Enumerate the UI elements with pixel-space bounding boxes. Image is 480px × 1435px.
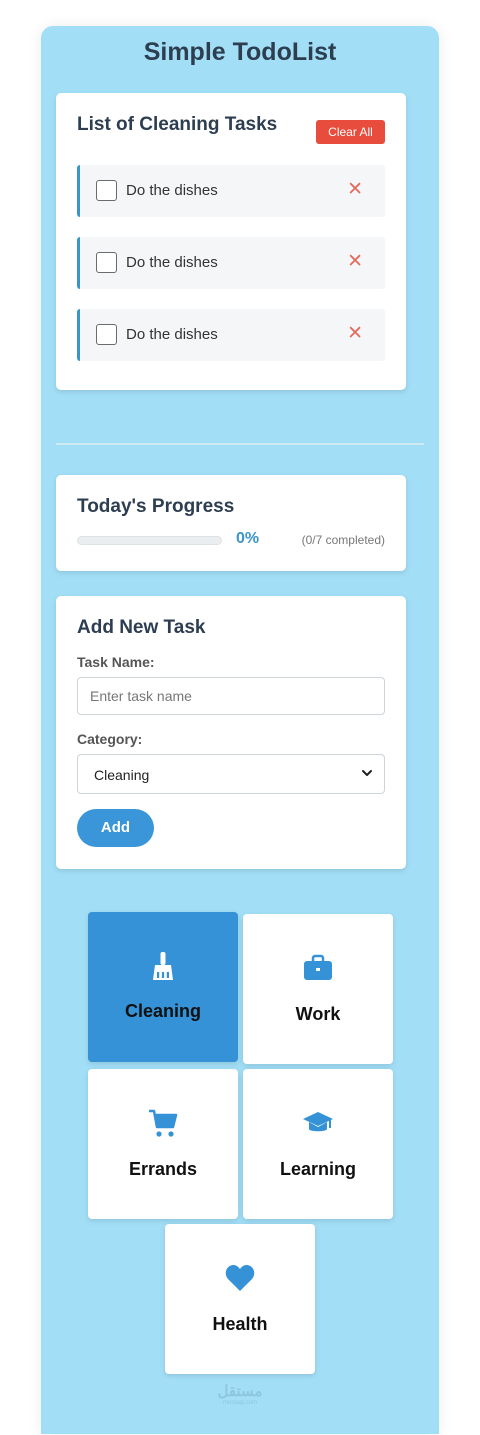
- task-name-label: Task Name:: [77, 654, 155, 670]
- task-list-heading: List of Cleaning Tasks: [77, 114, 278, 135]
- category-label: Health: [212, 1314, 268, 1334]
- category-tile-work[interactable]: Work: [243, 914, 393, 1064]
- delete-task-icon[interactable]: ✕: [347, 178, 363, 201]
- watermark-logo-sub: mostaql.com: [222, 1400, 257, 1406]
- task-checkbox[interactable]: [96, 252, 117, 273]
- category-label: Work: [295, 1004, 341, 1024]
- task-item: Do the dishes ✕: [77, 165, 385, 217]
- category-tile-errands[interactable]: Errands: [88, 1069, 238, 1219]
- category-label: Cleaning: [124, 1001, 201, 1021]
- progress-count: (0/7 completed): [301, 533, 385, 547]
- briefcase-icon: [304, 954, 332, 980]
- task-item: Do the dishes ✕: [77, 237, 385, 289]
- cart-icon: [149, 1109, 178, 1137]
- app-title: Simple TodoList: [143, 38, 337, 66]
- add-task-button[interactable]: Add: [77, 809, 154, 847]
- progress-bar: [77, 536, 222, 545]
- task-checkbox[interactable]: [96, 180, 117, 201]
- task-text: Do the dishes: [126, 182, 218, 199]
- section-divider: [56, 443, 424, 445]
- task-item: Do the dishes ✕: [77, 309, 385, 361]
- category-tile-cleaning[interactable]: Cleaning: [88, 912, 238, 1062]
- broom-icon: [153, 952, 173, 980]
- delete-task-icon[interactable]: ✕: [347, 250, 363, 273]
- heart-icon: [225, 1265, 255, 1291]
- category-label: Learning: [279, 1159, 356, 1179]
- clear-all-button[interactable]: Clear All: [316, 120, 385, 144]
- add-task-heading: Add New Task: [77, 617, 206, 638]
- progress-card: Today's Progress 0% (0/7 completed): [56, 475, 406, 571]
- task-text: Do the dishes: [126, 326, 218, 343]
- watermark-logo: مستقل: [217, 1383, 263, 1400]
- task-list-card: List of Cleaning Tasks Clear All Do the …: [56, 93, 406, 390]
- graduation-cap-icon: [303, 1112, 333, 1132]
- progress-percent: 0%: [236, 530, 260, 547]
- category-tile-health[interactable]: Health: [165, 1224, 315, 1374]
- task-name-input[interactable]: [77, 677, 385, 715]
- add-task-card: Add New Task Task Name: Category: Cleani…: [56, 596, 406, 869]
- task-text: Do the dishes: [126, 254, 218, 271]
- category-label: Errands: [128, 1159, 198, 1179]
- app-container: Simple TodoList List of Cleaning Tasks C…: [41, 26, 439, 1434]
- chevron-down-icon: [362, 770, 372, 776]
- category-select[interactable]: Cleaning: [77, 754, 385, 794]
- task-checkbox[interactable]: [96, 324, 117, 345]
- category-tile-learning[interactable]: Learning: [243, 1069, 393, 1219]
- category-select-value: Cleaning: [94, 767, 150, 783]
- progress-heading: Today's Progress: [77, 496, 235, 517]
- category-label: Category:: [77, 731, 143, 747]
- delete-task-icon[interactable]: ✕: [347, 322, 363, 345]
